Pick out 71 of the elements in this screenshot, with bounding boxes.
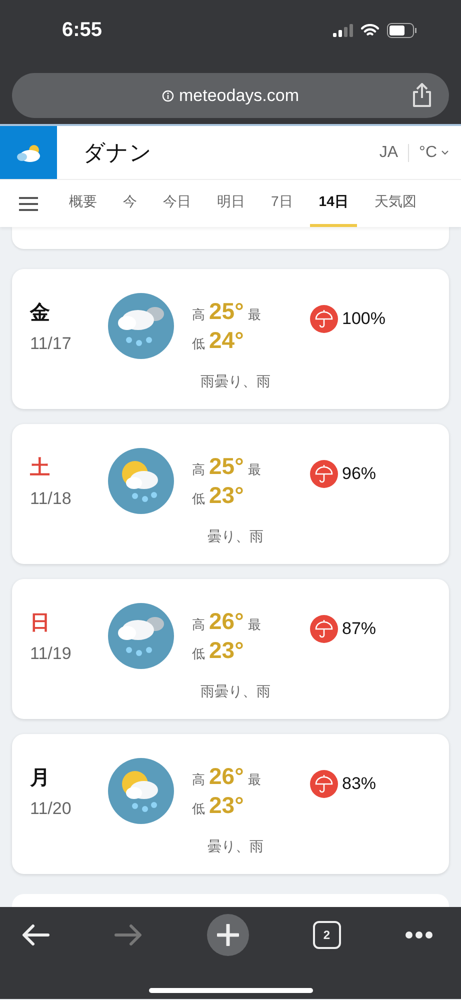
share-icon[interactable] [411, 83, 433, 107]
max-label: 最 [248, 461, 261, 479]
nav-tab[interactable]: 概要 [60, 180, 106, 227]
rain-chance: 100% [342, 309, 386, 329]
max-label: 最 [248, 616, 261, 634]
forecast-card[interactable]: 日 11/19 高 26° 最 低 23° 87% 雨曇り、雨 [12, 579, 449, 719]
date: 11/17 [30, 334, 72, 354]
low-label: 低 [192, 645, 205, 663]
low-temp: 23° [209, 792, 244, 819]
high-label: 高 [192, 616, 205, 634]
rain-chance: 83% [342, 774, 376, 794]
low-label: 低 [192, 800, 205, 818]
max-label: 最 [248, 771, 261, 789]
nav-tab[interactable]: 今 [114, 180, 146, 227]
low-label: 低 [192, 335, 205, 353]
battery-icon [387, 22, 417, 38]
nav-tab[interactable]: 天気図 [365, 180, 426, 227]
condition-text: 雨曇り、雨 [200, 373, 270, 391]
info-icon [162, 90, 174, 102]
high-temp: 26° [209, 608, 244, 635]
menu-icon[interactable] [18, 196, 38, 210]
weekday: 月 [30, 766, 51, 790]
low-temp: 24° [209, 327, 244, 354]
weekday: 金 [30, 300, 51, 326]
status-time: 6:55 [62, 18, 102, 42]
unit-selector[interactable]: °C [419, 144, 449, 162]
weekday: 日 [30, 610, 51, 636]
new-tab-button[interactable] [206, 914, 248, 956]
signal-icon [333, 24, 353, 36]
more-icon[interactable] [405, 931, 433, 939]
umbrella-icon [310, 305, 338, 333]
condition-text: 雨曇り、雨 [200, 683, 270, 701]
nav-tab[interactable]: 今日 [154, 180, 200, 227]
rain-chance: 96% [342, 464, 376, 484]
plus-icon [216, 924, 238, 946]
date: 11/19 [30, 644, 72, 664]
caret-icon [441, 150, 449, 155]
low-label: 低 [192, 490, 205, 508]
rain-chance: 87% [342, 619, 376, 639]
high-temp: 25° [209, 298, 244, 325]
back-icon[interactable] [22, 924, 50, 946]
condition-text: 曇り、雨 [208, 528, 264, 546]
date: 11/20 [30, 798, 72, 818]
umbrella-icon [310, 770, 338, 798]
umbrella-icon [310, 460, 338, 488]
max-label: 最 [248, 306, 261, 324]
url-text: meteodays.com [179, 86, 299, 106]
tabs-button[interactable]: 2 [312, 921, 341, 949]
condition-text: 曇り、雨 [208, 838, 264, 856]
nav-tab[interactable]: 明日 [208, 180, 254, 227]
nav-tab[interactable]: 7日 [262, 180, 302, 227]
forward-icon[interactable] [114, 924, 142, 946]
high-label: 高 [192, 461, 205, 479]
cloud-sun-icon [16, 144, 42, 162]
low-temp: 23° [209, 482, 244, 509]
high-temp: 26° [209, 763, 244, 790]
address-bar[interactable]: meteodays.com [12, 73, 449, 118]
city-name: ダナン [83, 138, 153, 166]
high-label: 高 [192, 771, 205, 789]
forecast-card[interactable]: 月 11/20 高 26° 最 低 23° 83% 曇り、雨 [12, 734, 449, 874]
forecast-card[interactable]: 土 11/18 高 25° 最 低 23° 96% 曇り、雨 [12, 424, 449, 564]
low-temp: 23° [209, 637, 244, 664]
umbrella-icon [310, 615, 338, 643]
forecast-card[interactable]: 金 11/17 高 25° 最 低 24° 100% 雨曇り、雨 [12, 269, 449, 409]
date: 11/18 [30, 488, 72, 508]
high-label: 高 [192, 306, 205, 324]
wifi-icon [361, 24, 379, 36]
language-selector[interactable]: JA [379, 144, 410, 162]
weekday: 土 [30, 456, 51, 480]
logo[interactable] [0, 126, 57, 179]
high-temp: 25° [209, 453, 244, 480]
